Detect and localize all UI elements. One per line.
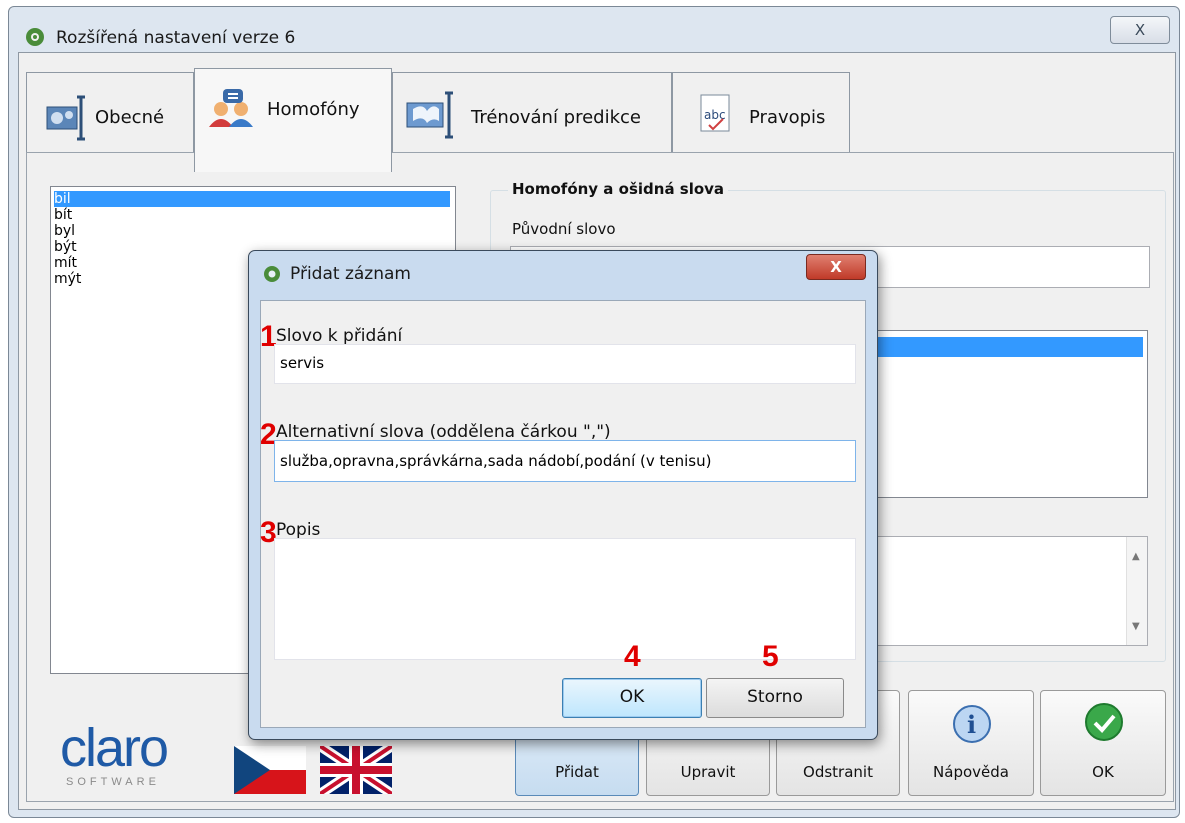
dialog-title: Přidat záznam bbox=[290, 264, 411, 284]
scrollbar[interactable]: ▲ ▼ bbox=[1126, 537, 1147, 645]
alternatives-input[interactable]: služba,opravna,správkárna,sada nádobí,po… bbox=[274, 440, 856, 482]
list-item[interactable]: byl bbox=[54, 223, 75, 239]
tab-pravopis[interactable]: abc Pravopis bbox=[672, 72, 850, 154]
dialog-icon bbox=[262, 264, 282, 284]
remove-label: Odstranit bbox=[803, 763, 873, 781]
word-to-add-input[interactable]: servis bbox=[274, 344, 856, 384]
list-item[interactable]: mít bbox=[54, 255, 77, 271]
marker-5: 5 bbox=[762, 640, 779, 673]
tab-trenovani-label: Trénování predikce bbox=[471, 107, 641, 128]
close-button[interactable]: X bbox=[1110, 16, 1170, 44]
add-label: Přidat bbox=[555, 763, 599, 781]
people-icon bbox=[209, 89, 253, 127]
alternatives-label: Alternativní slova (oddělena čárkou ",") bbox=[276, 422, 611, 442]
original-word-label: Původní slovo bbox=[512, 220, 616, 238]
uk-flag[interactable] bbox=[317, 741, 395, 799]
checkmark-icon bbox=[1085, 703, 1123, 741]
svg-text:i: i bbox=[967, 710, 976, 739]
ok-main-button[interactable]: OK bbox=[1040, 690, 1166, 796]
tab-pravopis-label: Pravopis bbox=[749, 107, 826, 128]
czech-flag[interactable] bbox=[234, 746, 306, 794]
scroll-down-icon[interactable]: ▼ bbox=[1132, 621, 1140, 632]
close-icon: X bbox=[1134, 21, 1146, 39]
dialog-close-button[interactable]: X bbox=[806, 254, 866, 280]
group-title: Homofóny a ošidná slova bbox=[508, 180, 729, 198]
marker-4: 4 bbox=[624, 640, 641, 673]
dialog-ok-button[interactable]: OK bbox=[562, 678, 702, 718]
tab-obecne[interactable]: Obecné bbox=[26, 72, 194, 154]
list-item[interactable]: mýt bbox=[54, 271, 81, 287]
alternatives-selection bbox=[865, 337, 1143, 357]
close-icon: X bbox=[830, 258, 842, 276]
word-to-add-label: Slovo k přidání bbox=[276, 326, 403, 346]
logo-sub: SOFTWARE bbox=[66, 776, 160, 788]
tab-obecne-label: Obecné bbox=[95, 107, 165, 128]
app-icon bbox=[24, 26, 46, 48]
list-item[interactable]: bít bbox=[54, 207, 72, 223]
claro-logo: claro SOFTWARE bbox=[60, 720, 190, 800]
window-title: Rozšířená nastavení verze 6 bbox=[56, 28, 296, 48]
help-label: Nápověda bbox=[933, 763, 1009, 781]
scroll-up-icon[interactable]: ▲ bbox=[1132, 551, 1140, 562]
tab-homofony[interactable]: Homofóny bbox=[194, 68, 392, 172]
tab-trenovani-predikce[interactable]: Trénování predikce bbox=[392, 72, 672, 154]
help-button[interactable]: i Nápověda bbox=[908, 690, 1034, 796]
list-item[interactable]: bil bbox=[54, 191, 450, 207]
book-icon bbox=[406, 91, 453, 139]
dialog-cancel-button[interactable]: Storno bbox=[706, 678, 844, 718]
list-item[interactable]: být bbox=[54, 239, 77, 255]
dialog-ok-label: OK bbox=[619, 687, 645, 707]
ok-main-label: OK bbox=[1092, 763, 1114, 781]
description-label: Popis bbox=[276, 520, 321, 540]
logo-brand: claro bbox=[60, 718, 169, 778]
spellcheck-icon: abc bbox=[700, 94, 730, 132]
description-box[interactable]: ▲ ▼ bbox=[860, 536, 1148, 646]
tab-homofony-label: Homofóny bbox=[267, 99, 360, 120]
info-icon: i bbox=[953, 705, 991, 743]
dialog-cancel-label: Storno bbox=[747, 687, 803, 707]
alternatives-list[interactable] bbox=[860, 330, 1148, 498]
edit-label: Upravit bbox=[680, 763, 736, 781]
settings-icon bbox=[46, 95, 85, 141]
